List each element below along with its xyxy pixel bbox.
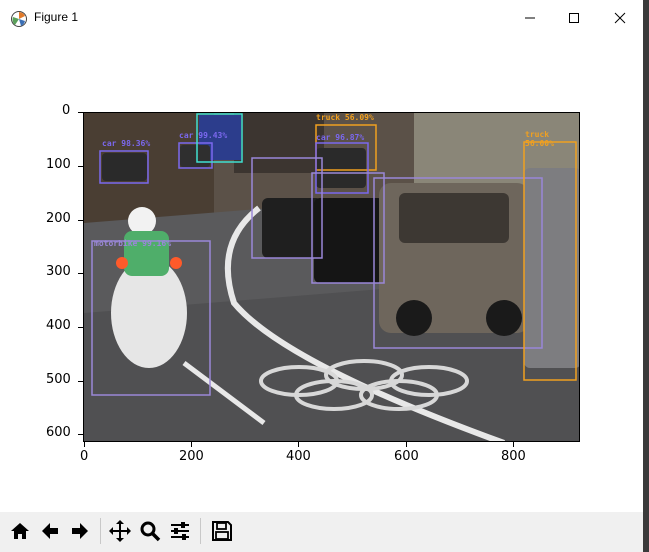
- x-tick-label: 0: [80, 449, 89, 464]
- detection-label: motorbike 99.16%: [94, 239, 172, 248]
- sliders-icon: [171, 522, 189, 540]
- save-button[interactable]: [208, 517, 236, 545]
- x-tick-mark: [513, 442, 514, 447]
- matplotlib-app-icon: [11, 11, 27, 27]
- maximize-button[interactable]: [551, 0, 597, 36]
- back-button[interactable]: [36, 517, 64, 545]
- detection-label: car 99.43%: [179, 131, 228, 140]
- x-tick-mark: [191, 442, 192, 447]
- detection-label: truck 56.00%: [525, 130, 554, 148]
- y-tick-label: 200: [46, 211, 71, 226]
- x-tick-mark: [406, 442, 407, 447]
- close-icon: [614, 12, 626, 24]
- y-tick-mark: [78, 381, 83, 382]
- floppy-icon: [212, 521, 232, 541]
- maximize-icon: [569, 13, 579, 23]
- detection-label: car 98.36%: [102, 139, 151, 148]
- image-axes[interactable]: car 98.36% car 99.43% truck 56.09% car 9…: [83, 112, 580, 442]
- configure-button[interactable]: [166, 517, 194, 545]
- y-tick-label: 100: [46, 157, 71, 172]
- home-icon: [11, 523, 29, 539]
- y-tick-label: 400: [46, 318, 71, 333]
- zoom-button[interactable]: [136, 517, 164, 545]
- move-icon: [109, 520, 131, 542]
- y-tick-label: 0: [62, 103, 71, 118]
- pan-button[interactable]: [106, 517, 134, 545]
- y-tick-mark: [78, 327, 83, 328]
- detection-label: truck 56.09%: [316, 113, 374, 122]
- y-tick-mark: [78, 434, 83, 435]
- window-title: Figure 1: [34, 10, 79, 24]
- title-bar[interactable]: Figure 1: [0, 0, 643, 36]
- detection-label: car 96.87%: [316, 133, 365, 142]
- toolbar-separator: [100, 518, 101, 544]
- x-tick-label: 800: [501, 449, 526, 464]
- x-tick-label: 600: [394, 449, 419, 464]
- y-tick-mark: [78, 273, 83, 274]
- arrow-left-icon: [42, 523, 58, 539]
- minimize-icon: [525, 17, 535, 19]
- y-tick-mark: [78, 220, 83, 221]
- x-tick-mark: [298, 442, 299, 447]
- home-button[interactable]: [6, 517, 34, 545]
- y-tick-label: 500: [46, 372, 71, 387]
- street-photo: [84, 113, 579, 441]
- background-window-edge: [643, 0, 649, 552]
- minimize-button[interactable]: [507, 0, 553, 36]
- figure-window: Figure 1 car 98.36% car 99.43% truck 56.…: [0, 0, 643, 552]
- navigation-toolbar: [0, 512, 643, 552]
- x-tick-label: 200: [179, 449, 204, 464]
- arrow-right-icon: [72, 523, 88, 539]
- y-tick-label: 600: [46, 425, 71, 440]
- close-button[interactable]: [597, 0, 643, 36]
- forward-button[interactable]: [66, 517, 94, 545]
- figure-canvas[interactable]: car 98.36% car 99.43% truck 56.09% car 9…: [0, 36, 643, 512]
- y-tick-mark: [78, 166, 83, 167]
- x-tick-label: 400: [286, 449, 311, 464]
- toolbar-separator: [200, 518, 201, 544]
- magnifier-icon: [140, 521, 161, 542]
- y-tick-label: 300: [46, 264, 71, 279]
- y-tick-mark: [78, 112, 83, 113]
- x-tick-mark: [84, 442, 85, 447]
